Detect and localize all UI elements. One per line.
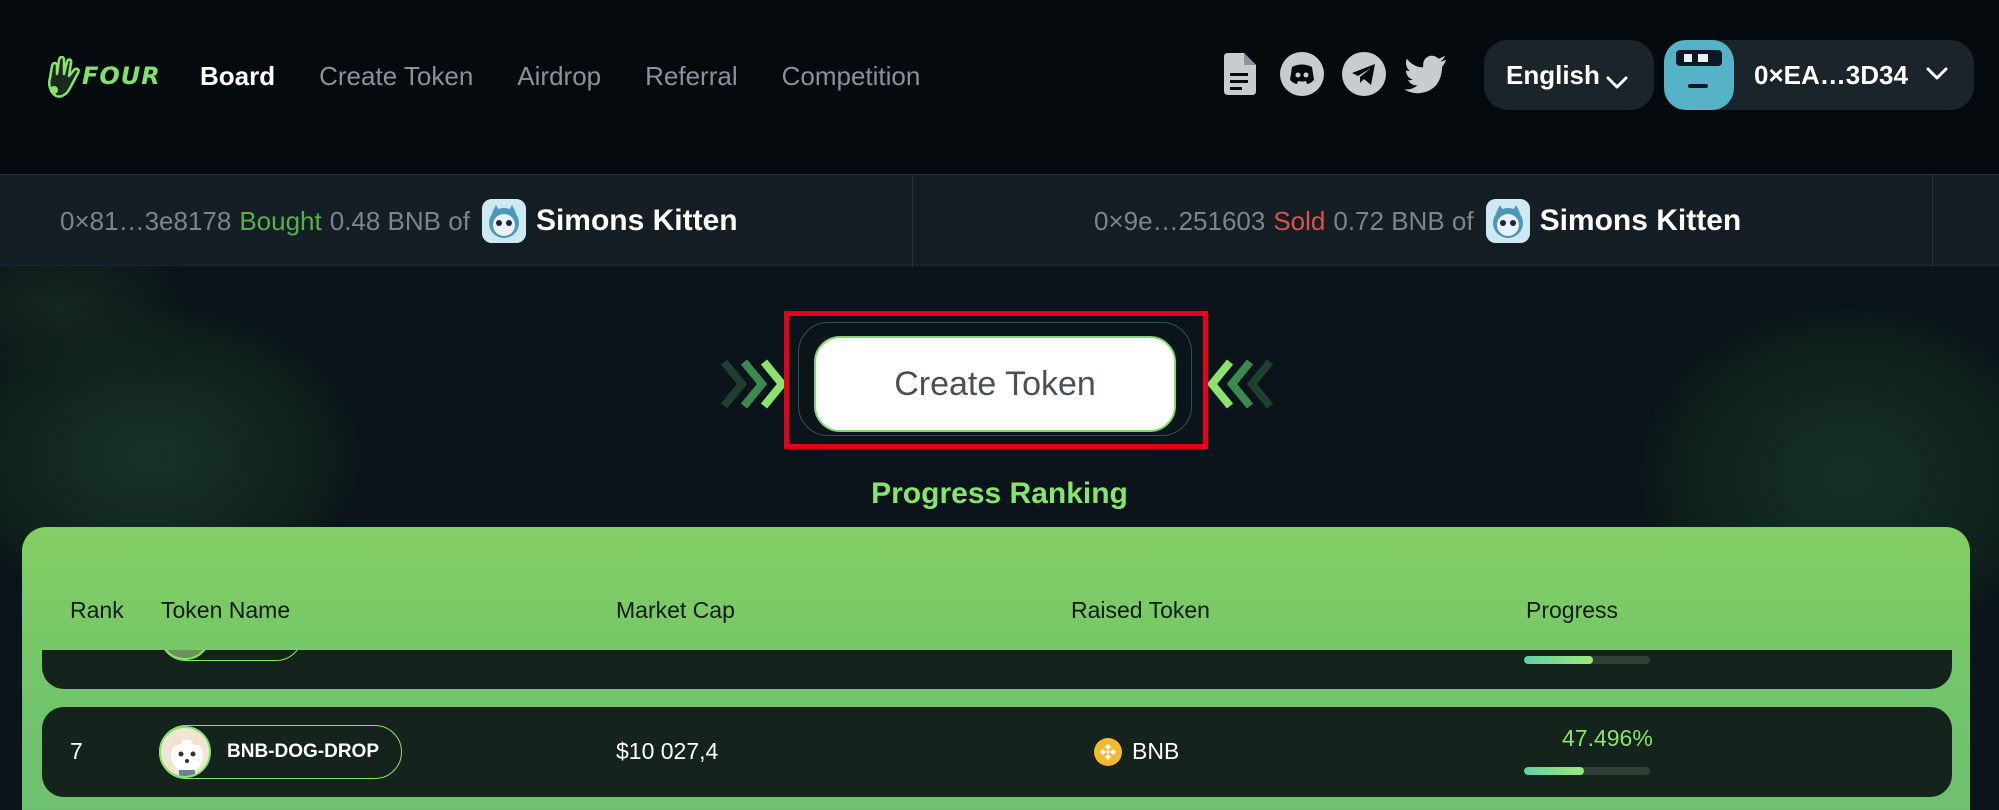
progress-bar bbox=[1524, 656, 1650, 664]
ticker-divider bbox=[1932, 175, 1933, 267]
trade-ticker: 0×81…3e8178 Bought 0.48 BNB of Simons Ki… bbox=[0, 174, 1999, 267]
token-name: Simons Kitten bbox=[535, 204, 738, 237]
four-logo[interactable]: FOUR bbox=[46, 54, 161, 98]
raised-token-cell: BNB bbox=[1132, 738, 1180, 764]
telegram-icon[interactable] bbox=[1342, 52, 1386, 96]
chevron-down-icon bbox=[1926, 66, 1948, 85]
trade-action: Sold bbox=[1273, 205, 1326, 236]
token-avatar-icon bbox=[1485, 199, 1530, 243]
trader-address: 0×81…3e8178 bbox=[60, 205, 232, 236]
progress-percent: 47.496% bbox=[1562, 725, 1653, 751]
progress-fill bbox=[1524, 767, 1584, 775]
twitter-icon[interactable] bbox=[1404, 52, 1448, 96]
token-pill[interactable]: BNB-DOG-DROP bbox=[159, 725, 402, 779]
ticker-item[interactable]: 0×81…3e8178 Bought 0.48 BNB of Simons Ki… bbox=[60, 175, 738, 267]
logo-text: FOUR bbox=[82, 62, 161, 90]
column-progress: Progress bbox=[1526, 597, 1619, 623]
column-token-name: Token Name bbox=[161, 597, 291, 623]
progress-fill bbox=[1524, 656, 1594, 664]
table-row[interactable] bbox=[42, 650, 1952, 689]
trader-address: 0×9e…251603 bbox=[1094, 205, 1266, 236]
language-label: English bbox=[1506, 59, 1600, 90]
nav-referral[interactable]: Referral bbox=[645, 58, 737, 94]
progress-bar bbox=[1524, 767, 1650, 775]
table-row[interactable]: 7 BNB-DOG-DROP $10 027,4 BNB 47.496% bbox=[42, 707, 1952, 797]
wallet-button[interactable]: 0×EA…3D34 bbox=[1664, 40, 1974, 110]
nav-board[interactable]: Board bbox=[200, 58, 275, 94]
table-header: Rank Token Name Market Cap Raised Token … bbox=[22, 595, 1970, 635]
trade-amount: 0.48 BNB of bbox=[329, 205, 470, 236]
chevrons-left-icon bbox=[1200, 356, 1274, 416]
column-market-cap: Market Cap bbox=[616, 597, 735, 623]
main-nav: Board Create Token Airdrop Referral Comp… bbox=[200, 58, 964, 94]
progress-ranking-title: Progress Ranking bbox=[871, 477, 1128, 510]
trade-amount: 0.72 BNB of bbox=[1333, 205, 1474, 236]
top-header: FOUR Board Create Token Airdrop Referral… bbox=[0, 0, 1999, 174]
token-name: Simons Kitten bbox=[1539, 204, 1742, 237]
token-avatar-icon bbox=[481, 199, 526, 243]
wallet-address: 0×EA…3D34 bbox=[1754, 59, 1908, 90]
social-links bbox=[1218, 52, 1448, 96]
nav-create-token[interactable]: Create Token bbox=[319, 58, 473, 94]
document-icon[interactable] bbox=[1218, 52, 1262, 96]
token-avatar bbox=[159, 726, 211, 778]
column-rank: Rank bbox=[70, 597, 124, 623]
bnb-icon bbox=[1094, 738, 1122, 766]
hand-logo-icon bbox=[46, 55, 80, 98]
ticker-item[interactable]: 0×9e…251603 Sold 0.72 BNB of Simons Kitt… bbox=[1094, 175, 1741, 267]
ranking-table: Rank Token Name Market Cap Raised Token … bbox=[22, 527, 1970, 810]
token-name: BNB-DOG-DROP bbox=[227, 741, 379, 762]
trade-action: Bought bbox=[239, 205, 322, 236]
column-raised-token: Raised Token bbox=[1071, 597, 1210, 623]
discord-icon[interactable] bbox=[1280, 52, 1324, 96]
nav-competition[interactable]: Competition bbox=[782, 58, 921, 94]
market-cap-cell: $10 027,4 bbox=[616, 738, 719, 764]
chevron-down-icon bbox=[1606, 66, 1628, 97]
chevrons-right-icon bbox=[720, 356, 794, 416]
wallet-avatar bbox=[1664, 40, 1734, 110]
language-selector[interactable]: English bbox=[1484, 40, 1654, 110]
highlight-box bbox=[784, 311, 1208, 449]
rank-cell: 7 bbox=[70, 738, 83, 764]
ticker-divider bbox=[912, 175, 913, 267]
nav-airdrop[interactable]: Airdrop bbox=[517, 58, 601, 94]
